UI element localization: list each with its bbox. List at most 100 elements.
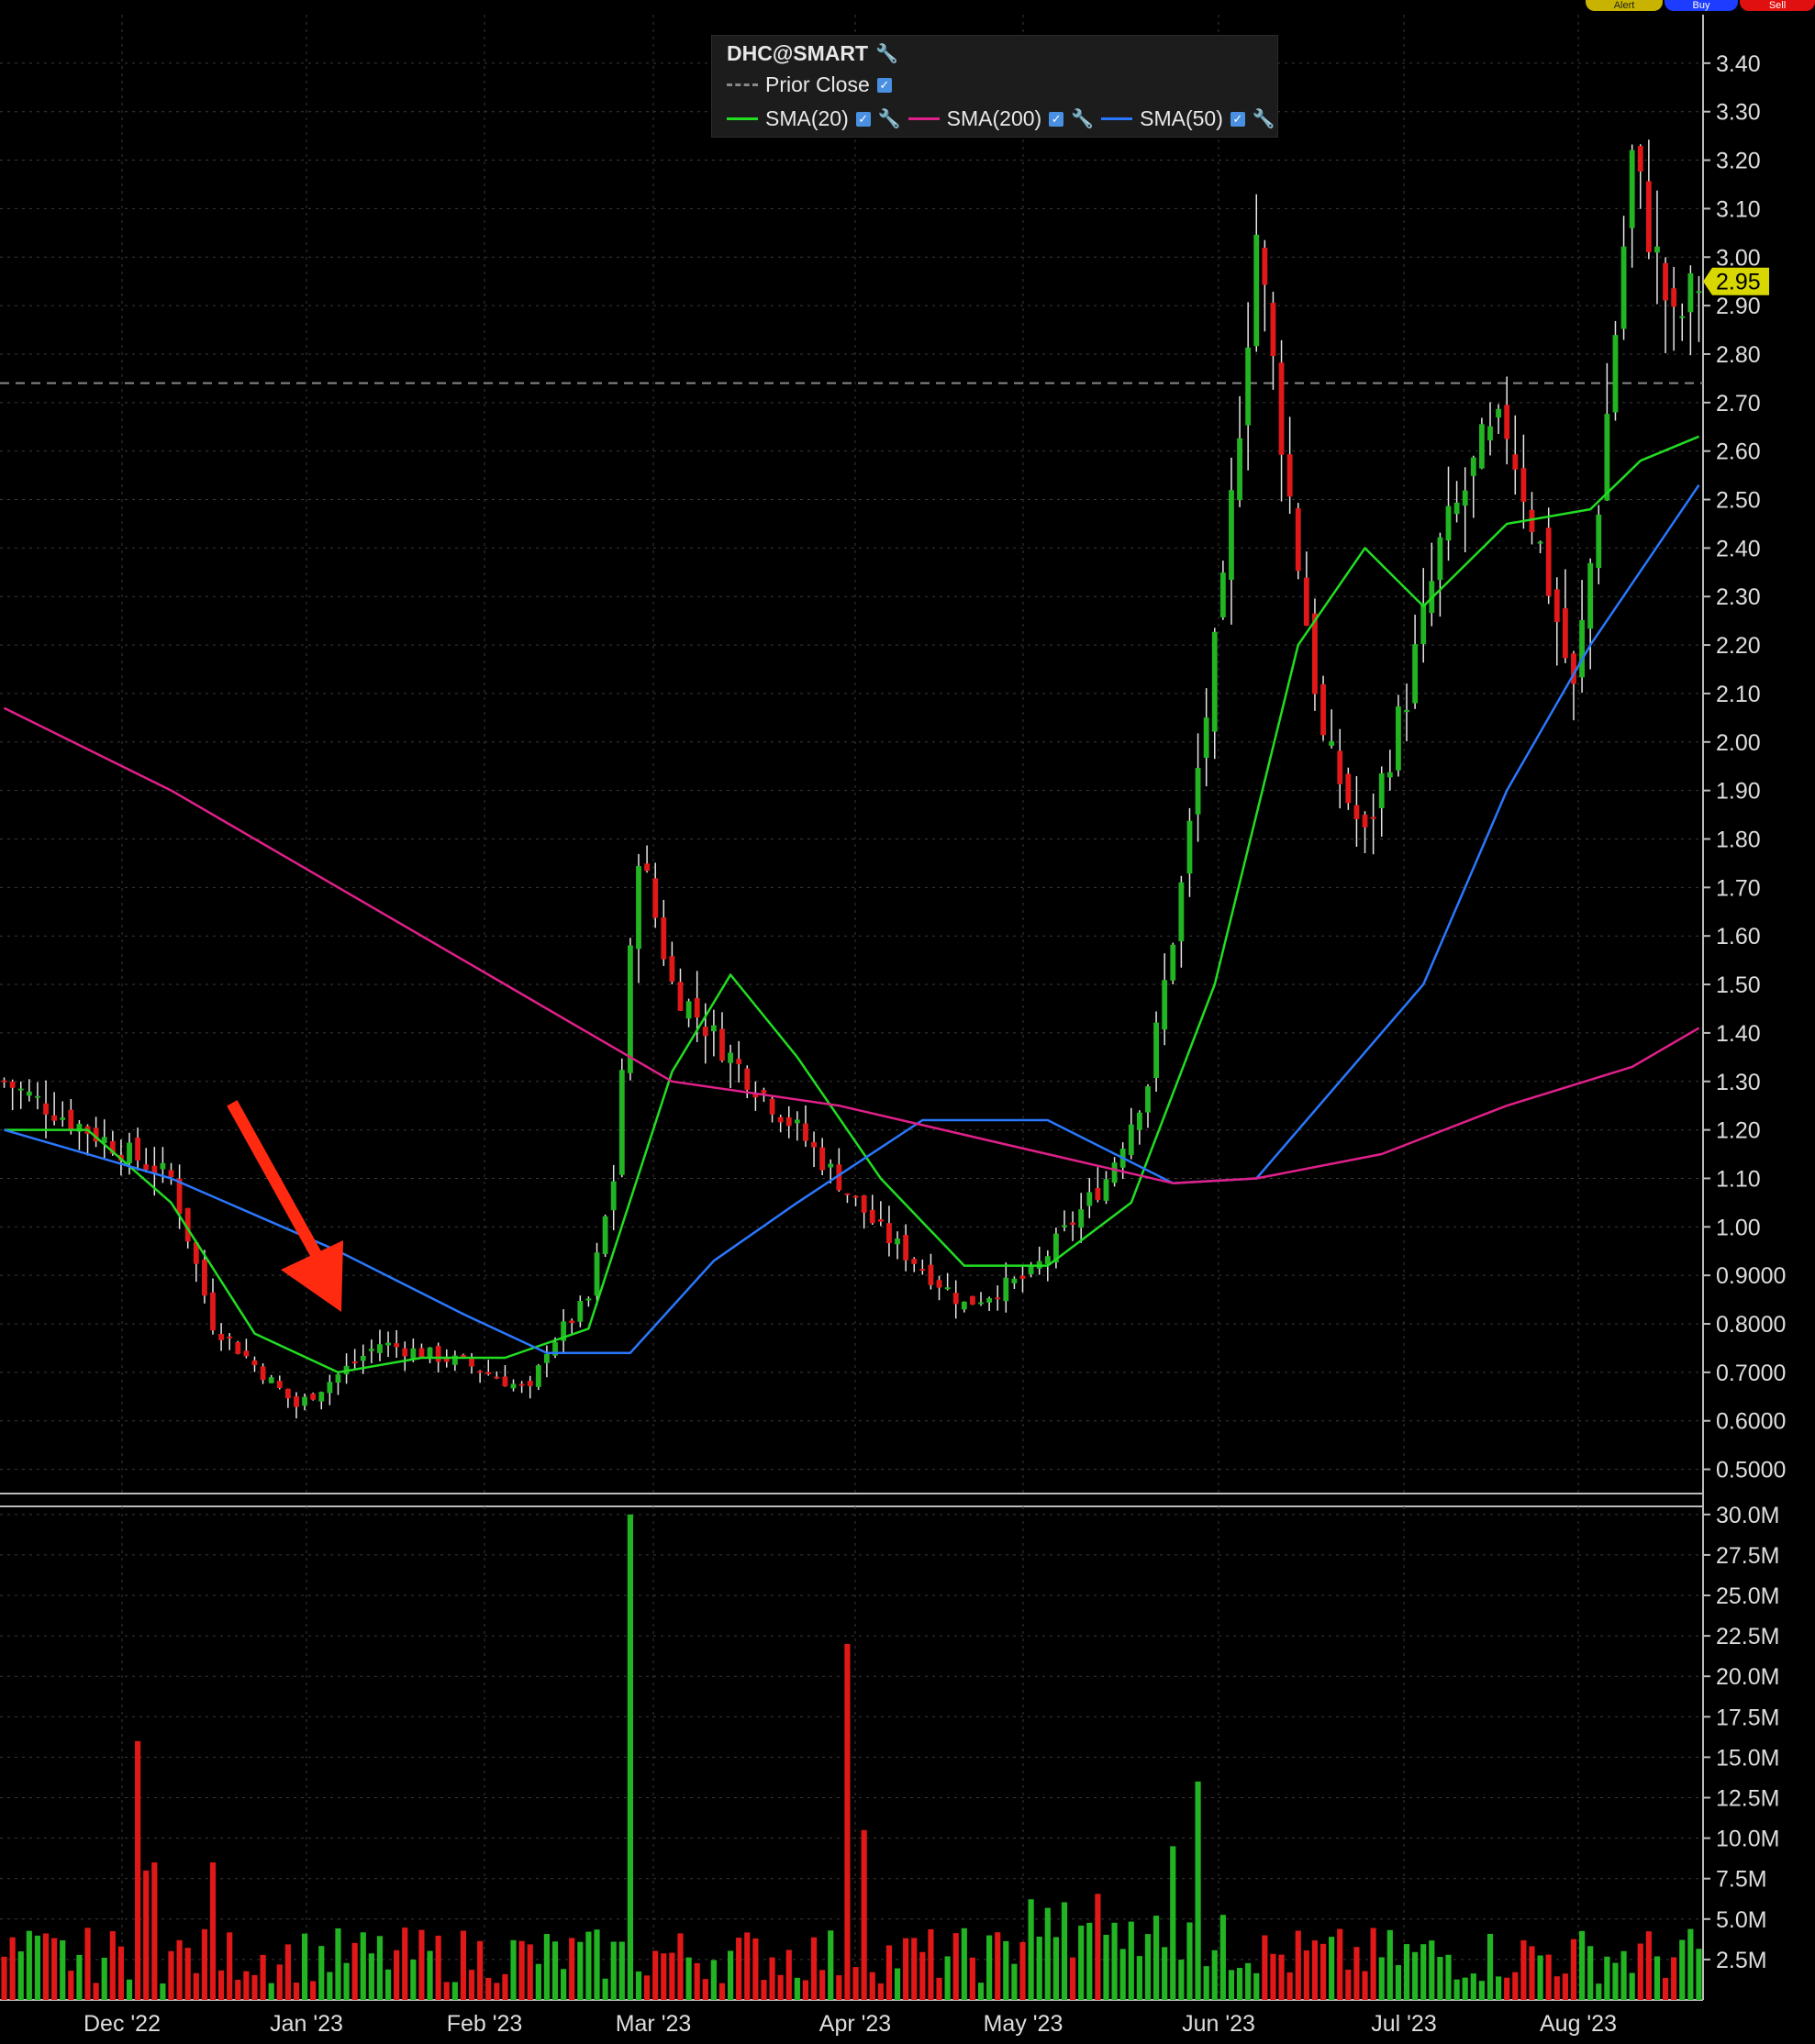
volume-tick-label: 20.0M bbox=[1716, 1664, 1779, 1690]
candle-body bbox=[235, 1342, 241, 1354]
alert-button[interactable]: Alert bbox=[1586, 0, 1663, 11]
volume-bar bbox=[1629, 1972, 1635, 2000]
wrench-icon[interactable]: 🔧 bbox=[875, 42, 898, 65]
y-tick-label: 1.50 bbox=[1716, 972, 1761, 998]
volume-bar bbox=[201, 1928, 207, 2000]
candle-body bbox=[418, 1348, 425, 1359]
candle-body bbox=[694, 997, 700, 1018]
volume-bar bbox=[368, 1953, 374, 2000]
candle-body bbox=[986, 1298, 993, 1303]
volume-bar bbox=[460, 1930, 467, 2000]
volume-bar bbox=[485, 1977, 492, 2000]
candle-body bbox=[719, 1028, 725, 1061]
volume-bar bbox=[1186, 1922, 1193, 2000]
candle-body bbox=[1462, 490, 1468, 506]
volume-bar bbox=[928, 1928, 934, 2000]
volume-bar bbox=[1437, 1957, 1443, 2000]
x-tick-label: Jul '23 bbox=[1371, 2011, 1436, 2037]
volume-bar bbox=[618, 1941, 625, 2000]
candle-body bbox=[594, 1252, 600, 1296]
candle-body bbox=[811, 1141, 817, 1148]
volume-bar bbox=[1612, 1962, 1619, 2000]
candle-body bbox=[327, 1382, 333, 1394]
volume-bar bbox=[9, 1937, 16, 2000]
sell-button[interactable]: Sell bbox=[1740, 0, 1815, 11]
candle-body bbox=[510, 1383, 517, 1389]
volume-bar bbox=[209, 1862, 217, 2000]
candle-body bbox=[143, 1164, 150, 1170]
volume-bar bbox=[1295, 1930, 1301, 2000]
candle-body bbox=[728, 1052, 733, 1063]
wrench-icon[interactable]: 🔧 bbox=[1253, 107, 1275, 130]
volume-bar bbox=[117, 1946, 125, 2000]
volume-tick-label: 22.5M bbox=[1716, 1624, 1779, 1650]
candle-body bbox=[51, 1115, 58, 1121]
volume-bar bbox=[785, 1950, 792, 2000]
volume-bar bbox=[1103, 1934, 1109, 2000]
candle-body bbox=[1679, 316, 1686, 318]
volume-bar bbox=[1170, 1846, 1176, 2000]
volume-tick-label: 15.0M bbox=[1716, 1745, 1779, 1771]
volume-bar bbox=[1587, 1946, 1594, 2000]
candle-body bbox=[9, 1081, 16, 1088]
volume-bar bbox=[402, 1927, 408, 2000]
volume-bar bbox=[1395, 1965, 1402, 2000]
volume-bar bbox=[184, 1948, 191, 2000]
checkbox-icon[interactable]: ✓ bbox=[855, 111, 871, 127]
wrench-icon[interactable]: 🔧 bbox=[878, 107, 901, 130]
y-tick-label: 3.00 bbox=[1716, 245, 1761, 271]
checkbox-icon[interactable]: ✓ bbox=[1049, 111, 1064, 127]
buy-button[interactable]: Buy bbox=[1665, 0, 1738, 11]
candle-body bbox=[1, 1080, 7, 1083]
candle-body bbox=[761, 1090, 767, 1094]
price-volume-chart[interactable]: Dec '22 Jan '23 Feb '23 Mar '23 Apr '23 May '… bbox=[0, 0, 1815, 2044]
candle-body bbox=[1162, 980, 1168, 1030]
volume-bar bbox=[17, 1951, 24, 2000]
sma200-swatch bbox=[908, 117, 940, 120]
legend-prior-close: Prior Close bbox=[765, 72, 870, 96]
y-tick-label: 3.40 bbox=[1716, 51, 1761, 77]
volume-bar bbox=[1429, 1940, 1435, 2000]
volume-bar bbox=[394, 1950, 400, 2000]
candle-body bbox=[1253, 234, 1260, 347]
checkbox-icon[interactable]: ✓ bbox=[1230, 111, 1245, 127]
volume-bar bbox=[777, 1974, 784, 2000]
volume-bar bbox=[919, 1951, 926, 2000]
volume-bar bbox=[1052, 1937, 1059, 2000]
checkbox-icon[interactable]: ✓ bbox=[876, 77, 892, 93]
volume-bar bbox=[969, 1957, 976, 2000]
candle-body bbox=[360, 1355, 366, 1361]
candle-body bbox=[1320, 683, 1326, 736]
candle-body bbox=[1203, 717, 1209, 759]
candle-body bbox=[302, 1396, 307, 1406]
candle-body bbox=[1437, 537, 1443, 581]
volume-bar bbox=[761, 1980, 767, 2000]
volume-bar bbox=[1036, 1936, 1042, 2000]
candle-body bbox=[1086, 1192, 1093, 1206]
candle-body bbox=[928, 1264, 934, 1285]
volume-bar bbox=[685, 1957, 692, 2000]
volume-bar bbox=[844, 1643, 851, 2000]
candle-body bbox=[1078, 1209, 1085, 1228]
volume-bar bbox=[1378, 1957, 1385, 2000]
candle-body bbox=[1386, 772, 1393, 778]
volume-bar bbox=[1095, 1894, 1101, 2000]
candle-body bbox=[1295, 508, 1301, 572]
volume-bar bbox=[1596, 1983, 1602, 2000]
volume-bar bbox=[869, 1972, 875, 2000]
candle-body bbox=[618, 1070, 625, 1175]
volume-bar bbox=[744, 1932, 751, 2000]
candle-body bbox=[785, 1116, 792, 1127]
candle-body bbox=[710, 1025, 717, 1032]
wrench-icon[interactable]: 🔧 bbox=[1071, 107, 1094, 130]
y-tick-label: 0.6000 bbox=[1716, 1409, 1786, 1435]
volume-bar bbox=[535, 1963, 541, 2000]
y-tick-label: 0.7000 bbox=[1716, 1361, 1786, 1386]
volume-bar bbox=[894, 1968, 901, 2000]
candle-body bbox=[1353, 805, 1360, 819]
volume-tick-label: 2.5M bbox=[1716, 1948, 1767, 1973]
volume-bar bbox=[1687, 1928, 1694, 2000]
volume-bar bbox=[794, 1977, 800, 2000]
candle-body bbox=[168, 1170, 174, 1178]
candle-body bbox=[1612, 335, 1619, 413]
